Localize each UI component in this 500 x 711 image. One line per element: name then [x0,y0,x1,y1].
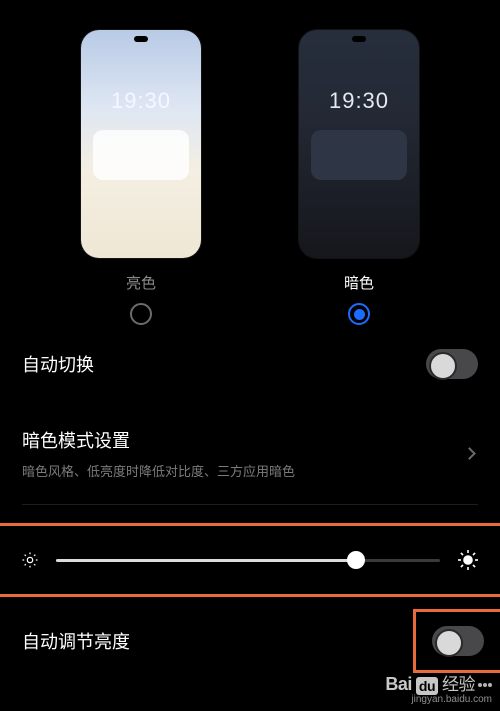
auto-switch-toggle[interactable] [426,349,478,379]
auto-brightness-row[interactable]: 自动调节亮度 [0,609,500,673]
light-label: 亮色 [126,272,156,293]
dark-settings-subtitle: 暗色风格、低亮度时降低对比度、三方应用暗色 [22,461,295,480]
auto-switch-label: 自动切换 [22,351,94,377]
theme-selector: 19:30 亮色 19:30 暗色 [22,20,478,325]
preview-time: 19:30 [299,88,419,114]
brightness-slider[interactable] [20,548,480,572]
light-radio[interactable] [130,303,152,325]
divider [22,504,478,505]
theme-option-light[interactable]: 19:30 亮色 [81,30,201,325]
auto-brightness-label: 自动调节亮度 [22,628,130,654]
dark-radio[interactable] [348,303,370,325]
brightness-low-icon [20,550,40,570]
notch [352,36,366,42]
auto-brightness-toggle[interactable] [432,626,484,656]
watermark: Bai du 经验 jingyan.baidu.com [385,670,492,705]
light-preview: 19:30 [81,30,201,258]
wm-domain: jingyan.baidu.com [385,694,492,705]
preview-widget [311,130,407,180]
slider-thumb[interactable] [347,551,365,569]
paw-icon [478,683,492,687]
brightness-slider-highlight [0,523,500,597]
brightness-high-icon [456,548,480,572]
wm-brand-box: du [416,677,438,695]
preview-time: 19:30 [81,88,201,114]
theme-option-dark[interactable]: 19:30 暗色 [299,30,419,325]
auto-switch-row[interactable]: 自动切换 [22,325,478,403]
notch [134,36,148,42]
dark-label: 暗色 [344,272,374,293]
auto-brightness-toggle-highlight [413,609,500,673]
preview-widget [93,130,189,180]
dark-settings-title: 暗色模式设置 [22,427,295,453]
dark-mode-settings-row[interactable]: 暗色模式设置 暗色风格、低亮度时降低对比度、三方应用暗色 [22,403,478,504]
wm-brand-left: Bai [385,674,412,695]
chevron-right-icon [463,447,476,460]
dark-preview: 19:30 [299,30,419,258]
wm-brand-right: 经验 [442,670,475,695]
slider-track[interactable] [56,559,440,562]
slider-fill [56,559,356,562]
